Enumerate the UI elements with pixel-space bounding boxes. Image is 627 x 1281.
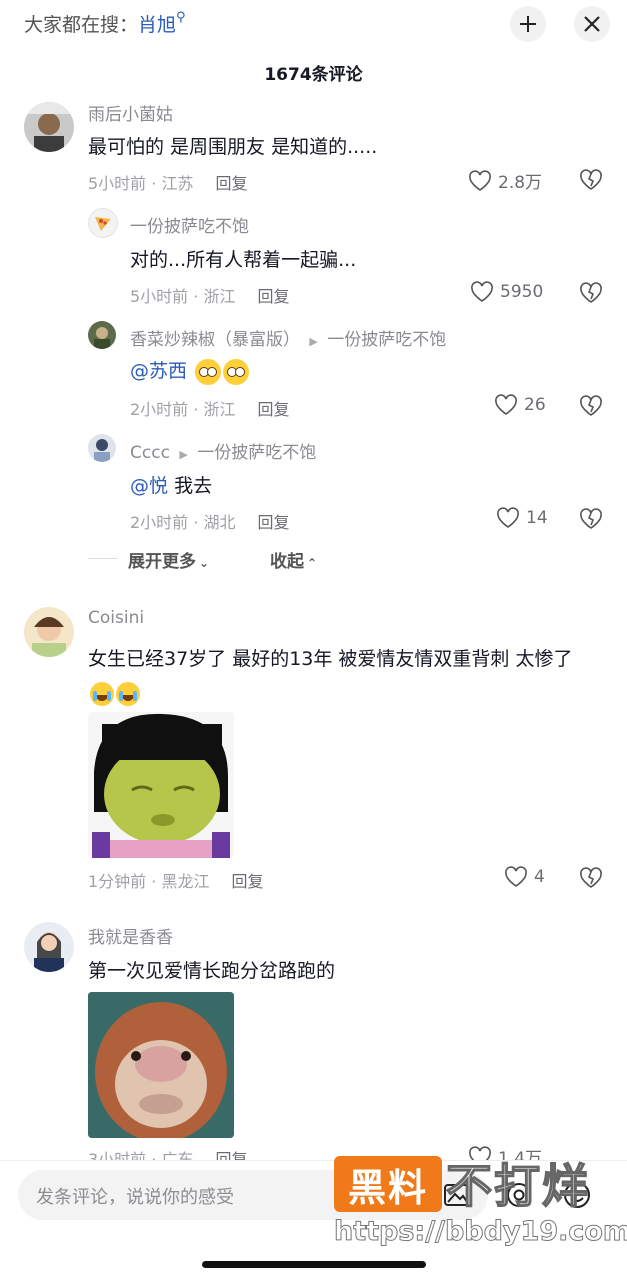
reply-meta: 2小时前 · 浙江 回复 [130, 400, 290, 419]
expand-more-button[interactable]: 展开更多 ⌄ [128, 547, 209, 572]
like-button[interactable]: 5950 [470, 281, 543, 303]
comment-meta: 5小时前 · 江苏 回复 [88, 174, 248, 193]
close-button[interactable] [574, 6, 610, 42]
broken-heart-icon [580, 169, 602, 190]
thread-divider [88, 558, 118, 559]
comment-meta: 1分钟前 · 黑龙江 回复 [88, 872, 264, 891]
comment-username[interactable]: Coisini [88, 608, 144, 628]
watermark-brand-text: 不打烊 [445, 1158, 590, 1214]
heart-icon [497, 507, 519, 528]
reply-button[interactable]: 回复 [257, 400, 289, 419]
avatar[interactable] [24, 607, 74, 657]
reply-button[interactable]: 回复 [257, 287, 289, 306]
green-face-sticker [92, 713, 230, 858]
comment-username[interactable]: 我就是香香 [88, 923, 173, 948]
reply-username[interactable]: 香菜炒辣椒（暴富版） ▶ 一份披萨吃不饱 [130, 325, 446, 350]
avatar[interactable] [24, 922, 74, 972]
crying-emoji-icon [90, 681, 114, 706]
broken-heart-icon [580, 508, 602, 529]
dislike-button[interactable] [578, 168, 604, 192]
reply-text: @苏西 [130, 356, 250, 385]
search-prefix: 大家都在搜： [24, 14, 139, 36]
mention-link[interactable]: @苏西 [130, 360, 187, 382]
avatar-image [24, 102, 74, 152]
like-count: 26 [524, 395, 546, 415]
dislike-button[interactable] [578, 394, 604, 418]
broken-heart-icon [580, 282, 602, 303]
comment-text: 第一次见爱情长跑分岔路跑的 [88, 960, 336, 982]
monkey-face-sticker [88, 992, 234, 1138]
comment-username[interactable]: 雨后小菌姑 [88, 100, 173, 125]
reply-button[interactable]: 回复 [257, 513, 289, 532]
dislike-button[interactable] [578, 507, 604, 531]
reply-button[interactable]: 回复 [215, 174, 247, 193]
broken-heart-icon [580, 867, 602, 888]
chevron-down-icon: ⌄ [199, 556, 210, 570]
like-count: 4 [534, 867, 545, 887]
like-count: 2.8万 [498, 173, 543, 193]
like-count: 14 [526, 508, 548, 528]
reply-to-username[interactable]: 一份披萨吃不饱 [327, 330, 446, 350]
avatar-image [32, 617, 66, 657]
heart-icon [471, 281, 493, 302]
heart-icon [469, 169, 491, 191]
reply-username[interactable]: 一份披萨吃不饱 [130, 212, 249, 237]
avatar[interactable] [88, 321, 116, 349]
watermark-url: https://bbdy19.com [333, 1216, 627, 1248]
avatar[interactable] [24, 102, 74, 152]
reply-text: 对的...所有人帮着一起骗... [130, 249, 357, 271]
avatar[interactable] [88, 208, 118, 238]
chevron-up-icon: ⌃ [307, 556, 318, 570]
reply-to-username[interactable]: 一份披萨吃不饱 [197, 443, 316, 463]
search-icon: ⚲ [176, 10, 186, 25]
reply-meta: 2小时前 · 湖北 回复 [130, 513, 290, 532]
avatar-image [34, 932, 64, 972]
search-suggestion[interactable]: 大家都在搜：肖旭⚲ [24, 10, 186, 37]
search-keyword[interactable]: 肖旭 [138, 14, 176, 36]
eyes-emoji-icon [223, 358, 250, 385]
broken-heart-icon [580, 395, 602, 416]
sticker-image[interactable] [88, 712, 234, 858]
like-button[interactable]: 4 [504, 866, 545, 888]
comment-count: 1674条评论 [264, 65, 363, 85]
avatar[interactable] [88, 434, 116, 462]
reply-username[interactable]: Cccc ▶ 一份披萨吃不饱 [130, 438, 316, 463]
reply-arrow-icon: ▶ [309, 335, 318, 348]
home-indicator[interactable] [202, 1261, 426, 1268]
dislike-button[interactable] [578, 866, 604, 890]
reply-text: @悦 我去 [130, 475, 213, 497]
like-count: 5950 [500, 282, 544, 302]
mention-link[interactable]: @悦 [130, 475, 168, 497]
like-button[interactable]: 2.8万 [468, 168, 542, 193]
crying-emoji-icon [116, 681, 140, 706]
avatar-image [94, 327, 110, 349]
collapse-button[interactable]: 收起 ⌃ [270, 547, 317, 572]
watermark-logo: 黑料 [334, 1156, 442, 1212]
sticker-image[interactable] [88, 992, 234, 1138]
heart-icon [505, 866, 527, 887]
heart-icon [495, 394, 517, 415]
collapse-icon [520, 16, 536, 32]
comment-input-placeholder: 发条评论，说说你的感受 [36, 1187, 234, 1208]
dislike-button[interactable] [578, 281, 604, 305]
minimize-button[interactable] [510, 6, 546, 42]
comment-text: 女生已经37岁了 最好的13年 被爱情友情双重背刺 太惨了 [88, 642, 598, 710]
avatar-image [94, 439, 110, 462]
like-button[interactable]: 26 [494, 394, 546, 416]
pizza-avatar [95, 217, 111, 231]
eyes-emoji-icon [195, 358, 222, 385]
reply-meta: 5小时前 · 浙江 回复 [130, 287, 290, 306]
reply-button[interactable]: 回复 [231, 872, 263, 891]
comment-text: 最可怕的 是周围朋友 是知道的..... [88, 136, 378, 158]
like-button[interactable]: 14 [496, 507, 548, 529]
reply-arrow-icon: ▶ [179, 448, 188, 461]
close-icon [584, 16, 600, 32]
